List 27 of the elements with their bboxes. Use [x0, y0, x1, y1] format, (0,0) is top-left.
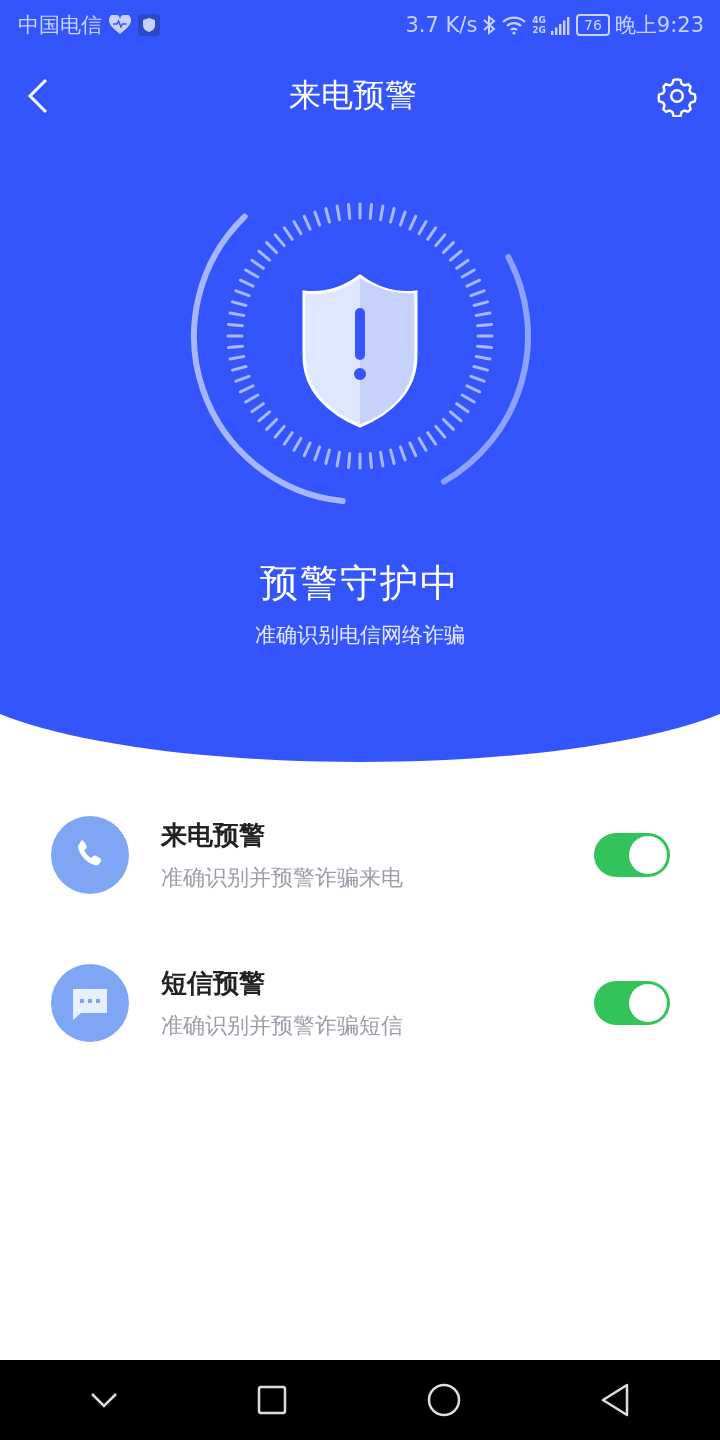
carrier-name: 中国电信 — [18, 12, 102, 39]
bluetooth-icon — [482, 14, 497, 36]
protection-status: 预警守护中 — [260, 560, 460, 607]
battery-level: 76 — [576, 14, 610, 36]
shield-alert-icon — [302, 274, 418, 428]
network-type-label: 4G — [532, 15, 546, 25]
home-button[interactable] — [426, 1383, 461, 1417]
back-nav-button[interactable] — [600, 1383, 631, 1417]
alert-description: 准确识别并预警诈骗来电 — [161, 863, 404, 892]
network-speed: 3.7 K/s — [405, 13, 478, 37]
signal-icon — [551, 15, 571, 35]
alert-title: 来电预警 — [161, 818, 266, 852]
toggle-switch[interactable] — [594, 981, 670, 1025]
alert-title: 短信预警 — [161, 966, 266, 1000]
shield-icon — [138, 14, 160, 36]
toggle-switch[interactable] — [594, 833, 670, 877]
recents-button[interactable] — [257, 1385, 288, 1415]
alert-description: 准确识别并预警诈骗短信 — [161, 1011, 404, 1040]
back-button[interactable] — [26, 77, 50, 115]
wifi-icon — [501, 15, 528, 35]
settings-button[interactable] — [656, 75, 698, 117]
network-type-label: 2G — [532, 25, 546, 35]
protection-subtitle: 准确识别电信网络诈骗 — [255, 622, 465, 649]
chevron-down-icon[interactable] — [89, 1392, 118, 1408]
heart-icon — [108, 15, 132, 35]
page-title: 来电预警 — [289, 75, 417, 116]
clock-time: 晚上9:23 — [614, 12, 704, 39]
